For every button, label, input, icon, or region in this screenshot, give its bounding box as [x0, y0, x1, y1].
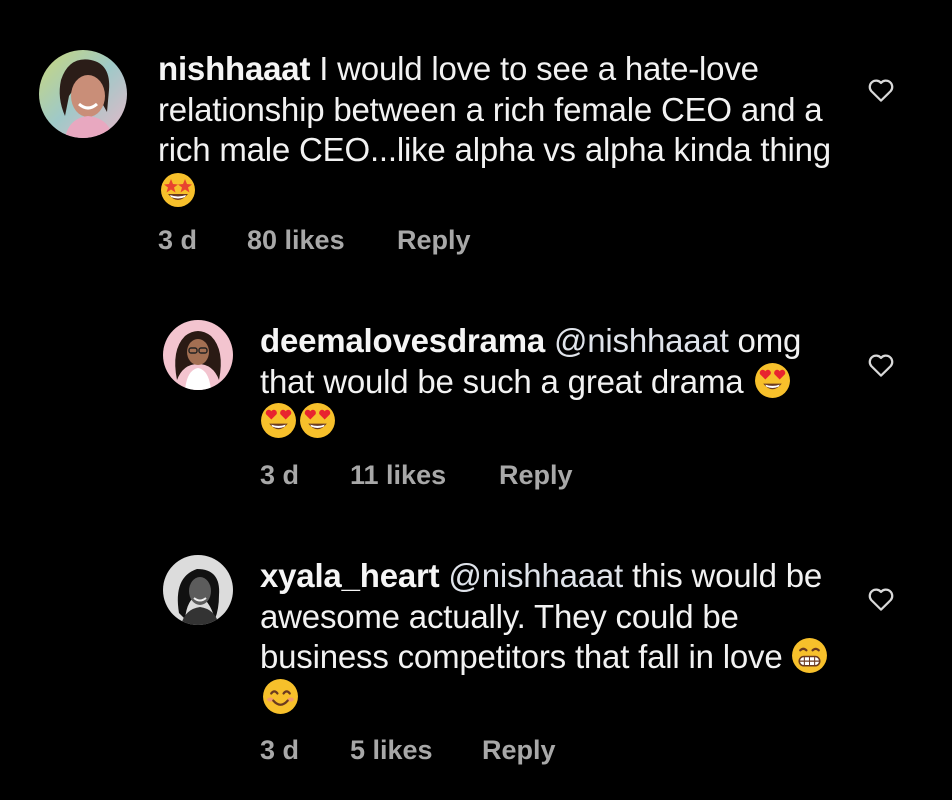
star-struck-emoji	[160, 172, 196, 208]
comment-text: xyala_heart @nishhaaat this would be awe…	[260, 556, 840, 718]
profile-photo	[39, 50, 127, 138]
comment-text: deemalovesdrama @nishhaaat omg that woul…	[260, 321, 840, 443]
mention-link[interactable]: @nishhaaat	[554, 322, 729, 359]
comment-meta: 3 d 80 likes Reply	[158, 225, 558, 257]
avatar[interactable]	[163, 320, 233, 390]
heart-eyes-emoji	[299, 402, 336, 439]
username[interactable]: deemalovesdrama	[260, 322, 545, 359]
profile-illustration	[163, 320, 233, 390]
timestamp: 3 d	[158, 225, 198, 255]
heart-outline-icon	[868, 79, 894, 102]
comment-text: nishhaaat I would love to see a hate-lov…	[158, 49, 838, 211]
username[interactable]: xyala_heart	[260, 557, 440, 594]
profile-photo	[163, 555, 233, 625]
reply-button[interactable]: Reply	[482, 735, 556, 766]
likes-count[interactable]: 5 likes	[350, 735, 433, 766]
avatar[interactable]	[39, 50, 127, 138]
reply-button[interactable]: Reply	[499, 460, 573, 491]
grinning-emoji	[791, 637, 828, 674]
heart-eyes-emoji	[754, 362, 791, 399]
avatar[interactable]	[163, 555, 233, 625]
heart-eyes-emoji	[260, 402, 297, 439]
timestamp: 3 d	[260, 460, 300, 490]
comment-meta: 3 d 11 likes Reply	[260, 460, 660, 492]
heart-outline-icon	[868, 588, 894, 611]
like-button[interactable]	[866, 584, 896, 614]
heart-outline-icon	[868, 354, 894, 377]
reply-button[interactable]: Reply	[397, 225, 471, 256]
smiling-emoji	[262, 678, 299, 715]
likes-count[interactable]: 80 likes	[247, 225, 345, 256]
like-button[interactable]	[866, 350, 896, 380]
timestamp: 3 d	[260, 735, 300, 765]
mention-link[interactable]: @nishhaaat	[448, 557, 623, 594]
username[interactable]: nishhaaat	[158, 50, 310, 87]
comment-meta: 3 d 5 likes Reply	[260, 735, 660, 767]
likes-count[interactable]: 11 likes	[350, 460, 446, 491]
like-button[interactable]	[866, 75, 896, 105]
